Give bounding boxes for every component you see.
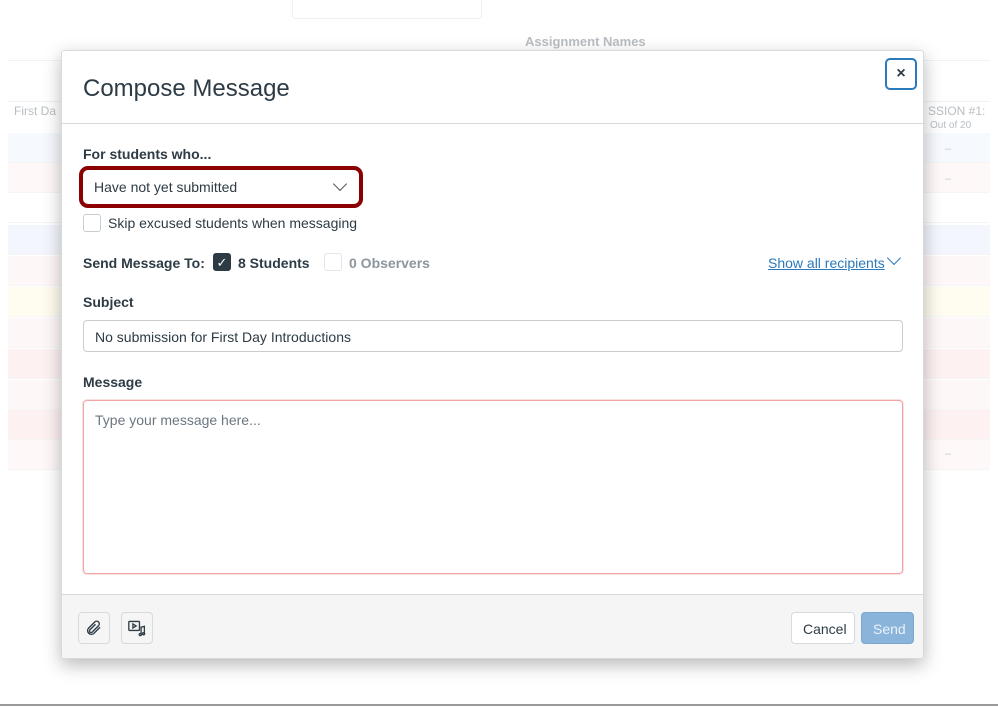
filter-value: Have not yet submitted [94,179,238,195]
skip-excused-label: Skip excused students when messaging [108,215,358,231]
dialog-title: Compose Message [83,75,290,102]
observers-checkbox[interactable] [324,253,342,271]
empty-grade: – [945,143,952,155]
close-button[interactable]: × [885,58,917,90]
dialog-footer: Cancel Send [62,594,923,658]
subject-label: Subject [83,294,134,310]
media-button[interactable] [121,612,153,644]
chevron-down-icon [332,176,348,192]
empty-grade: – [945,448,952,460]
attach-file-button[interactable] [78,612,110,644]
message-label: Message [83,374,143,390]
chevron-down-icon[interactable] [886,250,902,266]
dialog-header: Compose Message × [62,51,923,124]
window-border [0,704,998,706]
skip-excused-checkbox[interactable] [83,214,101,232]
paperclip-icon [87,620,101,635]
column-header-first-day: First Da [14,104,56,118]
students-checkbox[interactable]: ✓ [213,253,231,271]
message-textarea[interactable]: Type your message here... [83,400,903,574]
show-all-recipients-link[interactable]: Show all recipients [768,255,885,271]
grading-period-box [292,0,482,19]
filter-label: For students who... [83,146,212,162]
students-label: 8 Students [238,255,310,271]
column-header-discussion: SSION #1: [928,104,986,118]
send-to-label: Send Message To: [83,255,205,271]
media-icon [128,620,146,637]
cancel-button[interactable]: Cancel [791,612,855,644]
empty-grade: – [945,173,952,185]
column-header-points: Out of 20 [930,120,972,131]
compose-message-dialog: Compose Message × For students who... Ha… [61,50,924,659]
assignment-names-header: Assignment Names [525,34,646,49]
close-icon: × [896,65,906,82]
observers-label: 0 Observers [349,255,430,271]
send-button[interactable]: Send [861,612,914,644]
student-filter-select[interactable]: Have not yet submitted [79,166,363,208]
subject-input[interactable]: No submission for First Day Introduction… [83,320,903,352]
checkmark-icon: ✓ [216,255,228,270]
